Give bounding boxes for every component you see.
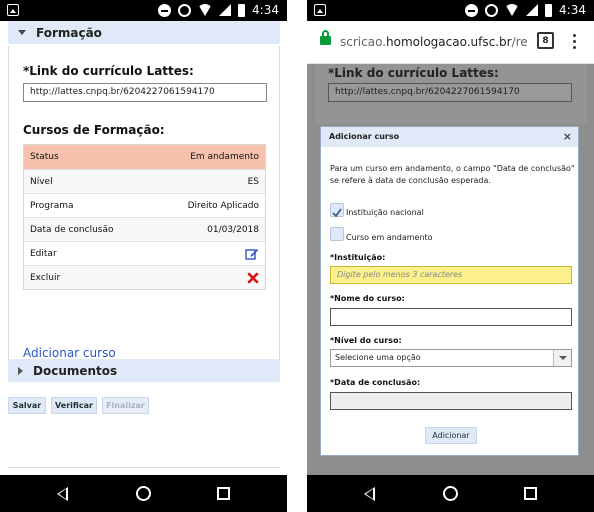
table-row-nivel: Nível ES [24,169,265,193]
image-icon [7,4,19,16]
chevron-down-icon [18,30,26,35]
date-input[interactable] [330,392,572,410]
recent-apps-icon[interactable] [524,487,537,500]
url-prefix: scricao. [340,35,387,49]
check-icon [332,208,342,218]
formacao-panel: *Link do currículo Lattes: http://lattes… [8,46,280,373]
lattes-input[interactable]: http://lattes.cnpq.br/6204227061594170 [23,83,267,102]
do-not-disturb-icon [465,3,479,17]
battery-icon [545,3,553,17]
bg-lattes-label: *Link do currículo Lattes: [328,66,499,80]
signal-icon [219,4,232,16]
status-time: 4:34 [252,3,279,17]
do-not-disturb-icon [158,3,172,17]
back-icon[interactable] [364,487,375,501]
alarm-icon [178,3,192,17]
institution-national-label: Instituição nacional [346,208,424,217]
delete-icon[interactable] [247,272,259,284]
documentos-title: Documentos [33,363,118,378]
institution-input[interactable]: Digite pelo menos 3 caracteres [330,266,572,284]
add-button[interactable]: Adicionar [425,427,477,444]
status-bar: 4:34 [0,0,287,21]
course-table: Status Em andamento Nível ES Programa Di… [23,144,266,290]
row-label: Status [30,152,59,162]
institution-national-checkbox[interactable] [330,203,344,218]
row-value: 01/03/2018 [207,224,259,235]
level-label: *Nível do curso: [330,336,402,345]
institution-label: *Instituição: [330,253,386,262]
table-row-programa: Programa Direito Aplicado [24,193,265,217]
chevron-right-icon [18,366,23,375]
add-course-link[interactable]: Adicionar curso [23,346,116,360]
date-label: *Data de conclusão: [330,378,421,387]
divider [8,467,280,468]
browser-toolbar: scricao.homologacao.ufsc.br/re 8 [307,21,594,64]
row-label: Excluir [30,272,61,283]
row-label: Editar [30,248,57,259]
status-bar: 4:34 [307,0,594,21]
menu-dots-icon[interactable] [573,34,577,50]
row-value: Em andamento [190,152,259,162]
wifi-icon [198,4,213,16]
formacao-title: Formação [36,25,102,40]
save-button[interactable]: Salvar [8,397,46,414]
android-nav-bar [0,475,287,512]
close-icon[interactable]: × [563,127,572,147]
tabs-button[interactable]: 8 [537,32,554,49]
dialog-header: Adicionar curso × [321,127,578,147]
chevron-down-icon [553,350,571,366]
level-select-value: Selecione uma opção [335,353,421,362]
documentos-accordion-header[interactable]: Documentos [8,359,280,382]
home-icon[interactable] [443,486,458,501]
finish-button[interactable]: Finalizar [102,397,149,414]
ongoing-course-label: Curso em andamento [346,233,433,242]
lock-icon [320,30,331,45]
cursos-label: Cursos de Formação: [23,123,165,137]
row-label: Programa [30,200,74,211]
table-row-status: Status Em andamento [24,145,265,169]
image-icon [314,4,326,16]
verify-button[interactable]: Verificar [51,397,97,414]
url-domain: homologacao.ufsc.br [386,35,512,49]
url-suffix: /re [511,35,528,49]
signal-icon [526,4,539,16]
phone-right: 4:34 scricao.homologacao.ufsc.br/re 8 *L… [307,0,594,512]
status-time: 4:34 [559,3,586,17]
table-row-editar[interactable]: Editar [24,241,265,265]
row-value: ES [247,176,259,187]
android-nav-bar [307,475,594,512]
recent-apps-icon[interactable] [217,487,230,500]
table-row-data-conclusao: Data de conclusão 01/03/2018 [24,217,265,241]
page-content: Formação *Link do currículo Lattes: http… [0,21,287,475]
alarm-icon [485,3,499,17]
lattes-label: *Link do currículo Lattes: [23,64,194,78]
level-select[interactable]: Selecione uma opção [330,349,572,367]
wifi-icon [505,4,520,16]
battery-icon [238,3,246,17]
ongoing-course-checkbox[interactable] [330,227,344,241]
dialog-note: Para um curso em andamento, o campo "Dat… [330,164,575,185]
url-bar[interactable]: scricao.homologacao.ufsc.br/re [340,35,528,49]
add-course-dialog: Adicionar curso × Para um curso em andam… [320,126,579,456]
course-name-input[interactable] [330,308,572,326]
page-content-dimmed: *Link do currículo Lattes: http://lattes… [307,64,594,475]
formacao-accordion-header[interactable]: Formação [8,21,280,44]
row-value: Direito Aplicado [187,200,259,211]
home-icon[interactable] [136,486,151,501]
dialog-title: Adicionar curso [329,132,400,141]
row-label: Nível [30,176,53,187]
edit-icon[interactable] [245,247,259,261]
row-label: Data de conclusão [30,224,114,235]
course-name-label: *Nome do curso: [330,294,405,303]
table-row-excluir[interactable]: Excluir [24,265,265,289]
back-icon[interactable] [57,487,68,501]
bg-lattes-input: http://lattes.cnpq.br/6204227061594170 [328,83,572,102]
phone-left: 4:34 Formação *Link do currículo Lattes:… [0,0,287,512]
